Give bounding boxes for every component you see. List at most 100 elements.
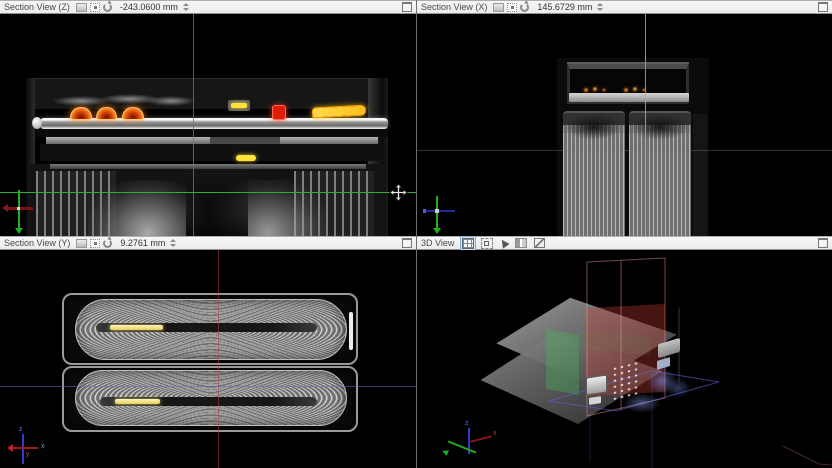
section-position-field[interactable]: 145.6729 mm bbox=[537, 2, 592, 12]
viewport-section-y: Section View (Y) 9.2761 mm z bbox=[0, 236, 416, 468]
reset-view-icon[interactable] bbox=[90, 3, 100, 12]
tab-edge-highlight bbox=[349, 312, 353, 350]
jelly-roll-end-xray bbox=[629, 111, 691, 236]
axis-gizmo bbox=[6, 190, 50, 236]
fit-glyph bbox=[481, 238, 493, 249]
roll-top-edge bbox=[50, 164, 366, 169]
xray-glare bbox=[146, 96, 196, 106]
terminal-highlight bbox=[312, 105, 367, 119]
position-spinner[interactable] bbox=[168, 238, 177, 248]
low-density-glow bbox=[665, 378, 691, 398]
axis-z-label: z bbox=[465, 420, 469, 427]
viewport-section-x: Section View (X) 145.6729 mm bbox=[416, 0, 832, 236]
ct-inspection-workspace: Section View (Z) -243.0600 mm bbox=[0, 0, 832, 468]
render-3d-canvas[interactable]: z x bbox=[417, 250, 832, 468]
viewport-title: Section View (Y) bbox=[4, 238, 70, 248]
busbar-end-cap bbox=[32, 117, 42, 129]
fit-view-icon[interactable] bbox=[479, 236, 495, 251]
terminal-strip-xray bbox=[569, 93, 689, 102]
titlebar-section-y: Section View (Y) 9.2761 mm bbox=[0, 236, 416, 250]
maximize-icon[interactable] bbox=[818, 238, 828, 248]
electrode-tab-highlight bbox=[110, 325, 163, 330]
section-y-canvas[interactable]: z y x bbox=[0, 250, 416, 468]
maximize-icon[interactable] bbox=[402, 2, 412, 12]
inner-lid-shadow bbox=[210, 137, 280, 144]
cursor-icon[interactable] bbox=[498, 237, 510, 249]
snapshot-icon[interactable] bbox=[76, 239, 87, 248]
axis-x-arrow bbox=[2, 204, 8, 212]
position-spinner[interactable] bbox=[595, 2, 604, 12]
dense-component-highlight bbox=[272, 105, 286, 120]
sync-icon[interactable] bbox=[520, 3, 529, 12]
axis-y-arrow bbox=[15, 228, 23, 234]
move-cursor-icon bbox=[389, 183, 408, 207]
axis-z-line bbox=[22, 434, 24, 464]
section-position-field[interactable]: -243.0600 mm bbox=[120, 2, 178, 12]
tab-highlight bbox=[236, 155, 256, 161]
crosshair-horizontal-green[interactable] bbox=[0, 192, 416, 193]
axis-x-label: x bbox=[493, 430, 497, 437]
viewport-title: Section View (Z) bbox=[4, 2, 70, 12]
busbar-xray bbox=[40, 118, 388, 129]
roll-center-gap bbox=[186, 172, 248, 236]
weld-highlight bbox=[96, 107, 117, 120]
crosshair-horizontal[interactable] bbox=[417, 150, 832, 151]
axis-y-arrow bbox=[441, 448, 449, 456]
low-density-glow bbox=[623, 393, 661, 413]
axis-z-line bbox=[423, 210, 455, 212]
axis-y-arrow bbox=[433, 228, 441, 234]
section-position-field[interactable]: 9.2761 mm bbox=[120, 238, 165, 248]
clip-box-glyph bbox=[534, 238, 545, 248]
crosshair-vertical-red[interactable] bbox=[218, 250, 219, 468]
titlebar-section-z: Section View (Z) -243.0600 mm bbox=[0, 0, 416, 14]
titlebar-section-x: Section View (X) 145.6729 mm bbox=[417, 0, 832, 14]
axis-y-label: y bbox=[26, 451, 30, 458]
electrode-tab-highlight bbox=[115, 399, 160, 404]
section-x-canvas[interactable] bbox=[417, 14, 832, 236]
snapshot-icon[interactable] bbox=[493, 3, 504, 12]
roll-gap bbox=[626, 111, 629, 236]
axis-y-line bbox=[448, 440, 477, 453]
grid-glyph bbox=[462, 238, 474, 249]
weld-highlight bbox=[580, 84, 610, 94]
axis-gizmo-3d: z x bbox=[443, 420, 501, 466]
crosshair-horizontal-blue[interactable] bbox=[0, 386, 416, 387]
grid-icon[interactable] bbox=[460, 236, 476, 251]
weld-highlight bbox=[122, 107, 144, 120]
axis-gizmo: z y x bbox=[10, 426, 56, 468]
weld-highlight bbox=[70, 107, 92, 120]
reset-view-icon[interactable] bbox=[507, 3, 517, 12]
axis-z-label: z bbox=[19, 426, 23, 433]
case-gap bbox=[40, 144, 384, 161]
case-gap bbox=[36, 129, 388, 137]
axis-x-line bbox=[10, 447, 38, 449]
axis-x-label: x bbox=[41, 443, 45, 450]
viewport-title: 3D View bbox=[421, 238, 454, 248]
crosshair-vertical-lavender[interactable] bbox=[645, 14, 646, 236]
connector-highlight bbox=[231, 103, 247, 108]
crosshair-vertical-red[interactable] bbox=[193, 14, 194, 236]
jelly-roll-end-xray bbox=[563, 111, 625, 236]
case-shadow bbox=[693, 114, 707, 236]
reset-view-icon[interactable] bbox=[90, 239, 100, 248]
axis-arrow bbox=[7, 444, 13, 452]
maximize-icon[interactable] bbox=[818, 2, 828, 12]
section-z-canvas[interactable] bbox=[0, 14, 416, 236]
snapshot-icon[interactable] bbox=[76, 3, 87, 12]
cursor-glyph bbox=[499, 237, 510, 248]
axis-origin bbox=[17, 207, 20, 210]
jelly-roll-top-xray bbox=[30, 164, 386, 236]
position-spinner[interactable] bbox=[181, 2, 190, 12]
maximize-icon[interactable] bbox=[402, 238, 412, 248]
sync-icon[interactable] bbox=[103, 239, 112, 248]
axis-origin bbox=[435, 209, 439, 213]
viewport-3d: 3D View bbox=[416, 236, 832, 468]
flip-icon[interactable] bbox=[513, 236, 529, 250]
clip-box-icon[interactable] bbox=[532, 236, 547, 250]
axis-x-line bbox=[470, 435, 492, 442]
pcb-chip bbox=[586, 375, 607, 396]
viewport-section-z: Section View (Z) -243.0600 mm bbox=[0, 0, 416, 236]
axis-z-tick bbox=[423, 209, 426, 213]
sync-icon[interactable] bbox=[103, 3, 112, 12]
titlebar-3d: 3D View bbox=[417, 236, 832, 250]
